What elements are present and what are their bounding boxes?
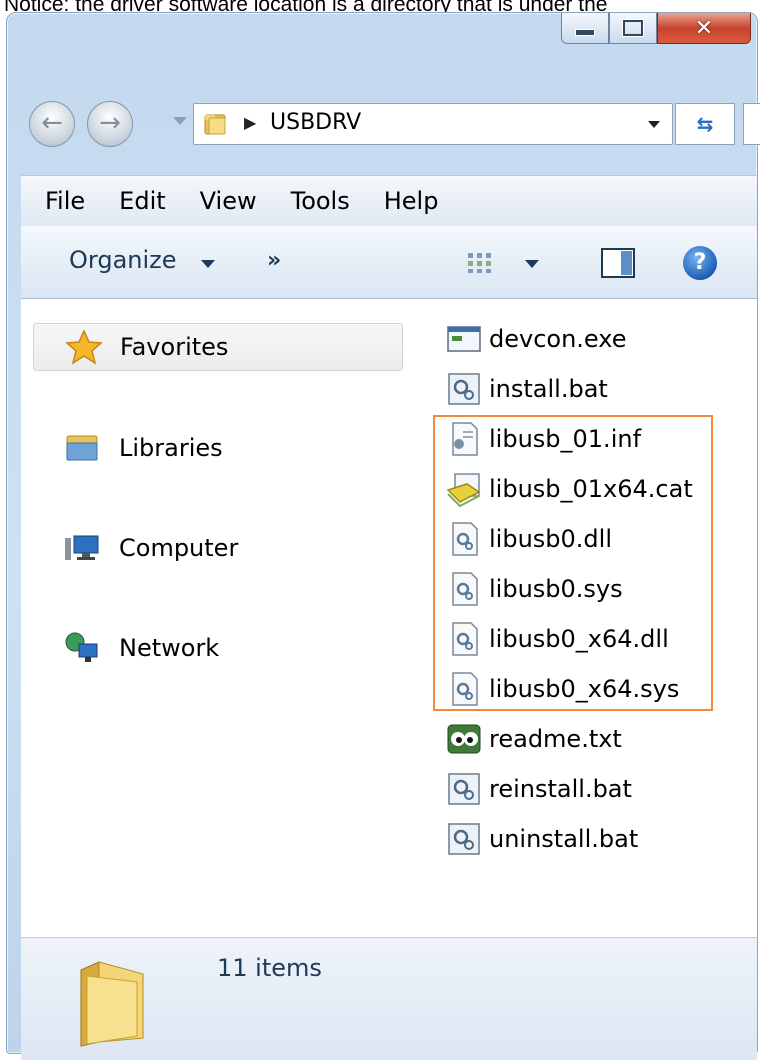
network-icon — [65, 632, 98, 662]
file-name: libusb0.sys — [489, 575, 623, 603]
file-item-libusb-01-inf[interactable]: libusb_01.inf — [445, 415, 745, 463]
star-icon — [65, 329, 103, 365]
file-item-libusb0-dll[interactable]: libusb0.dll — [445, 515, 745, 563]
item-count: 11 items — [217, 954, 322, 982]
address-bar[interactable]: ▶ USBDRV — [193, 103, 673, 145]
file-name: libusb0_x64.dll — [489, 625, 669, 653]
file-name: reinstall.bat — [489, 775, 632, 803]
libraries-icon — [66, 435, 98, 461]
sidebar-item-label: Favorites — [120, 333, 229, 361]
explorer-window: ✕ ← → ▶ USBDRV ⇆ File Edit View Tools He… — [6, 12, 760, 1060]
cat-icon — [446, 473, 481, 508]
forward-button[interactable]: → — [87, 101, 133, 147]
sidebar-item-label: Libraries — [119, 434, 223, 462]
file-item-install-bat[interactable]: install.bat — [445, 365, 745, 413]
folder-icon — [80, 961, 144, 1047]
search-box[interactable] — [743, 103, 760, 145]
sys-icon — [452, 572, 478, 606]
help-icon[interactable]: ? — [683, 246, 717, 280]
change-view-icon[interactable] — [467, 252, 493, 274]
refresh-icon: ⇆ — [696, 112, 714, 136]
menu-tools-label: Tools — [290, 187, 350, 215]
file-name: libusb_01x64.cat — [489, 475, 693, 503]
menu-edit-label: Edit — [119, 187, 166, 215]
file-name: libusb0.dll — [489, 525, 612, 553]
file-list: devcon.exe install.bat libusb_01.inf lib… — [407, 299, 757, 937]
sidebar-item-label: Computer — [119, 534, 239, 562]
sys-icon — [452, 672, 478, 706]
folder-icon — [204, 114, 226, 135]
minimize-button[interactable] — [561, 13, 609, 44]
menu-help[interactable]: Help — [378, 187, 445, 215]
address-dropdown-icon[interactable] — [648, 121, 660, 128]
menu-file[interactable]: File — [39, 187, 91, 215]
sidebar-item-label: Network — [119, 634, 220, 662]
menu-help-label: Help — [383, 187, 439, 215]
file-item-libusb0-x64-dll[interactable]: libusb0_x64.dll — [445, 615, 745, 663]
file-item-libusb-01x64-cat[interactable]: libusb_01x64.cat — [445, 465, 745, 513]
file-item-uninstall-bat[interactable]: uninstall.bat — [445, 815, 745, 863]
close-icon: ✕ — [694, 15, 714, 41]
sidebar-item-network[interactable]: Network — [33, 625, 401, 671]
file-item-libusb0-x64-sys[interactable]: libusb0_x64.sys — [445, 665, 745, 713]
file-name: libusb0_x64.sys — [489, 675, 680, 703]
menu-file-label: File — [45, 187, 86, 215]
menu-view-label: View — [199, 187, 257, 215]
command-bar: Organize » ? — [21, 226, 757, 299]
status-bar: 11 items — [21, 937, 757, 1060]
dll-icon — [452, 622, 478, 656]
file-item-reinstall-bat[interactable]: reinstall.bat — [445, 765, 745, 813]
file-name: devcon.exe — [489, 325, 627, 353]
inf-icon — [452, 422, 478, 456]
navigation-pane: Favorites Libraries Computer Network — [21, 299, 408, 937]
view-dropdown-icon[interactable] — [525, 260, 539, 268]
file-item-devcon-exe[interactable]: devcon.exe — [445, 315, 745, 363]
sidebar-item-favorites[interactable]: Favorites — [33, 323, 403, 371]
navigation-bar: ← → ▶ USBDRV ⇆ — [7, 93, 760, 153]
menu-bar: File Edit View Tools Help — [21, 175, 757, 227]
exe-icon — [447, 326, 481, 352]
back-arrow-icon: ← — [41, 108, 63, 138]
file-name: readme.txt — [489, 725, 622, 753]
sidebar-item-computer[interactable]: Computer — [33, 525, 401, 571]
refresh-button[interactable]: ⇆ — [675, 103, 735, 145]
txt-icon — [447, 724, 481, 754]
file-name: install.bat — [489, 375, 608, 403]
caption-buttons: ✕ — [561, 13, 751, 47]
file-name: libusb_01.inf — [489, 425, 642, 453]
forward-arrow-icon: → — [99, 108, 121, 138]
menu-tools[interactable]: Tools — [285, 187, 356, 215]
organize-button[interactable]: Organize — [69, 246, 177, 274]
bat-icon — [448, 773, 480, 805]
close-button[interactable]: ✕ — [657, 13, 751, 44]
maximize-icon — [623, 20, 643, 36]
bat-icon — [448, 823, 480, 855]
menu-view[interactable]: View — [194, 187, 263, 215]
file-item-readme-txt[interactable]: readme.txt — [445, 715, 745, 763]
recent-pages-dropdown[interactable] — [173, 117, 187, 125]
more-commands-button[interactable]: » — [267, 248, 281, 273]
back-button[interactable]: ← — [29, 101, 75, 147]
computer-icon — [65, 535, 99, 560]
preview-pane-icon[interactable] — [601, 248, 635, 278]
sidebar-item-libraries[interactable]: Libraries — [33, 425, 401, 471]
bat-icon — [448, 373, 480, 405]
breadcrumb-separator-icon[interactable]: ▶ — [244, 113, 256, 132]
file-item-libusb0-sys[interactable]: libusb0.sys — [445, 565, 745, 613]
organize-dropdown-icon[interactable] — [201, 260, 215, 268]
minimize-icon — [575, 28, 595, 36]
address-path[interactable]: USBDRV — [270, 110, 361, 135]
file-name: uninstall.bat — [489, 825, 639, 853]
menu-edit[interactable]: Edit — [113, 187, 171, 215]
maximize-button[interactable] — [609, 13, 657, 44]
dll-icon — [452, 522, 478, 556]
